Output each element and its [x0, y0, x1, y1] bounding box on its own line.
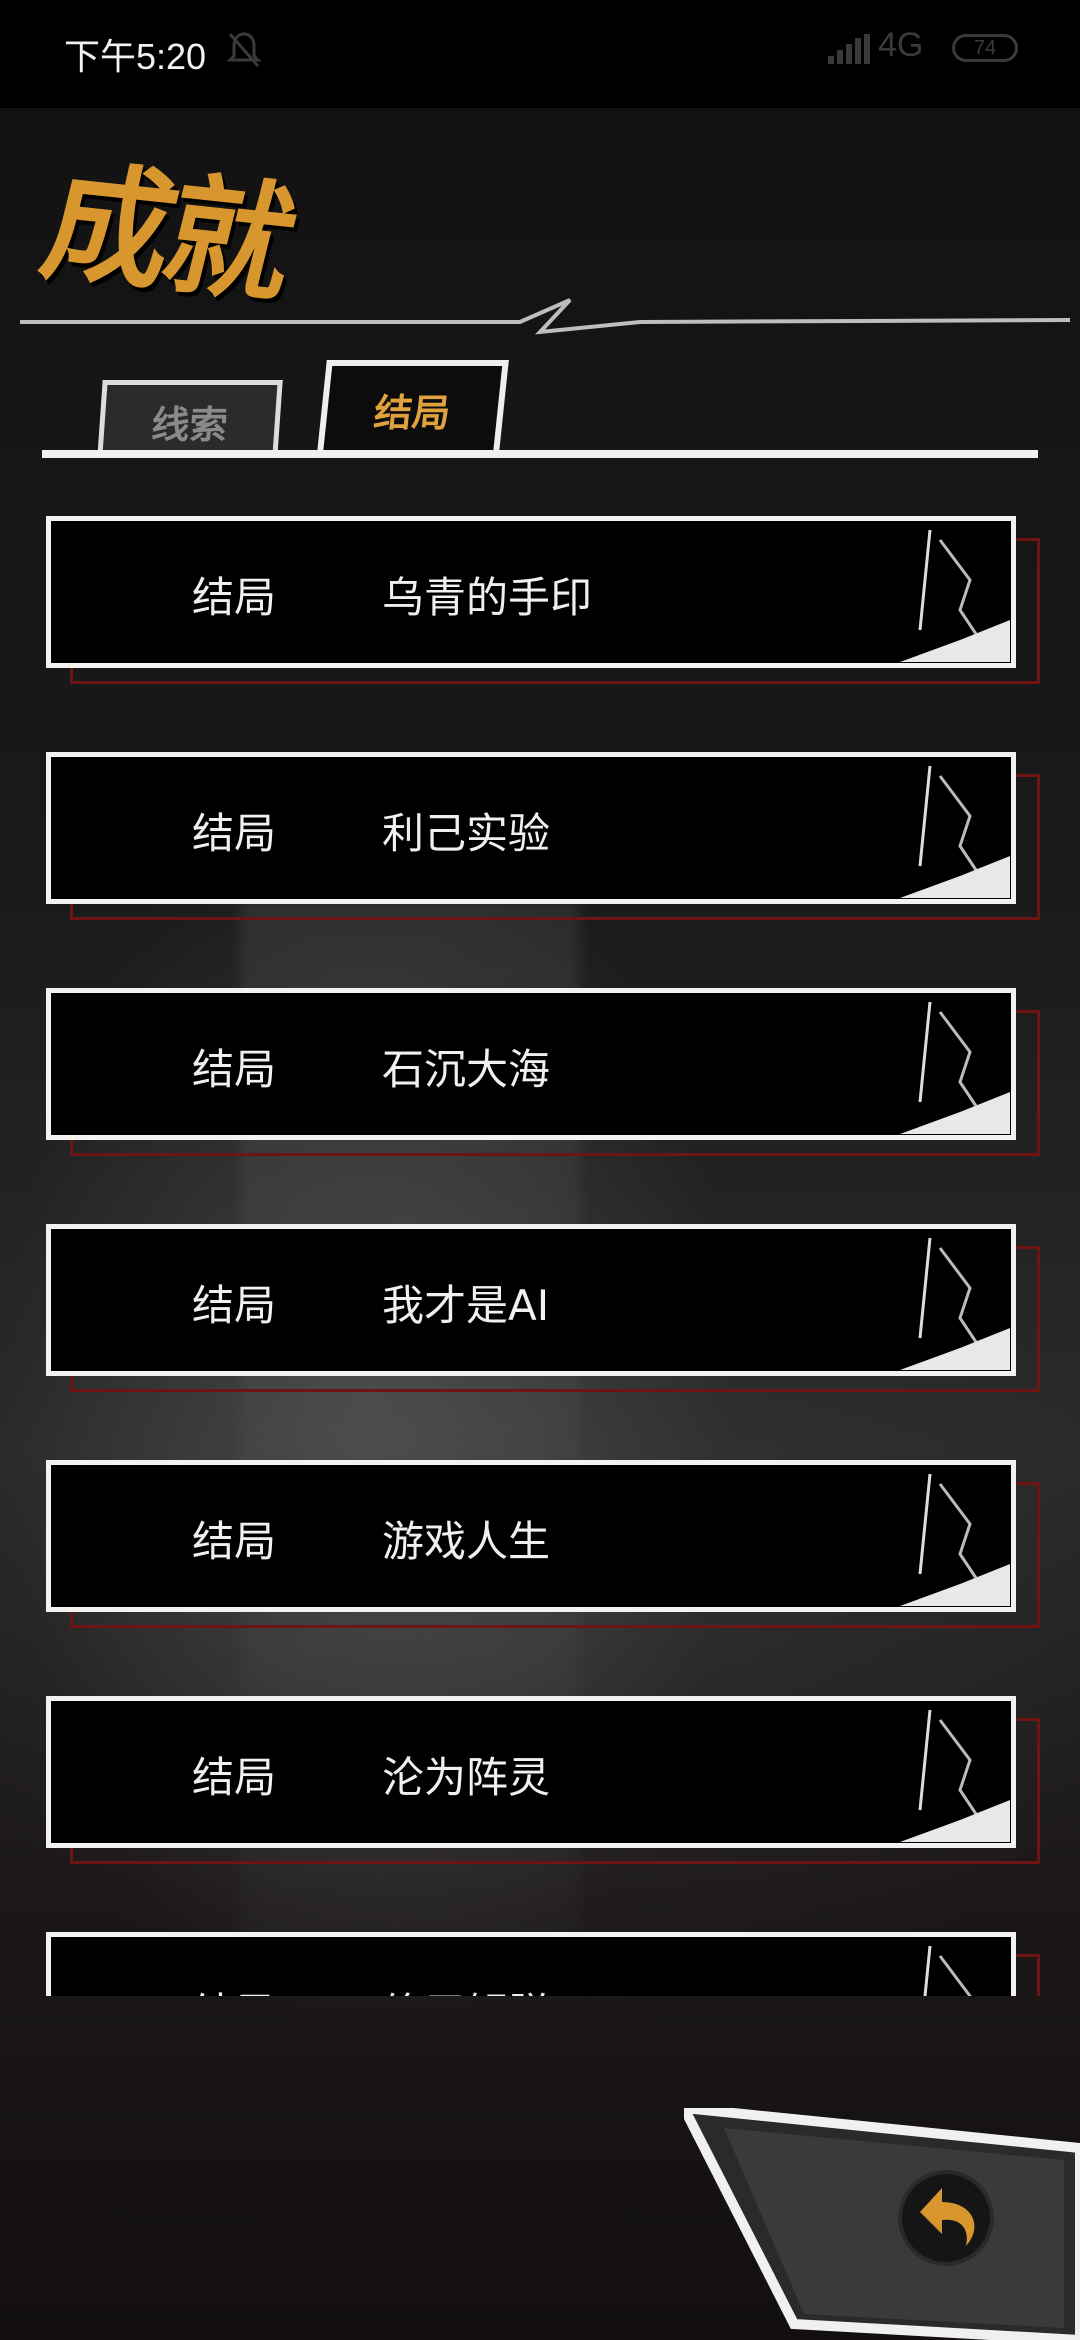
hanging-figure-icon	[900, 1709, 1010, 1842]
hanging-figure-icon	[900, 765, 1010, 898]
item-name: 终于解脱	[382, 1980, 550, 1996]
tab-underline	[42, 450, 1038, 458]
hanging-figure-icon	[923, 1945, 972, 1996]
network-type: 4G	[878, 26, 924, 64]
item-type: 结局	[192, 1753, 277, 1802]
list-item[interactable]: 结局 利己实验	[46, 752, 1040, 920]
tab-endings[interactable]: 结局	[317, 360, 509, 452]
item-type: 结局	[192, 1980, 276, 1996]
item-name: 石沉大海	[382, 1045, 551, 1094]
title-divider	[20, 298, 1071, 335]
battery-indicator: 74	[952, 34, 1018, 62]
back-button[interactable]	[684, 2108, 1080, 2340]
bell-off-icon	[226, 32, 262, 67]
item-name: 沦为阵灵	[382, 1753, 551, 1802]
item-type: 结局	[192, 1281, 277, 1330]
signal-icon	[828, 34, 870, 64]
item-type: 结局	[192, 1045, 277, 1094]
status-time: 下午5:20	[64, 36, 207, 77]
achievement-list[interactable]: 结局 乌青的手印 结局 利己实验 结局 石沉大海 结局 我才是AI 结局 游戏人…	[0, 500, 1080, 1996]
hanging-figure-icon	[900, 1001, 1010, 1134]
list-item[interactable]: 结局 我才是AI	[46, 1224, 1040, 1392]
item-name: 我才是AI	[382, 1281, 550, 1330]
hanging-figure-icon	[900, 529, 1010, 662]
list-item[interactable]: 结局 乌青的手印	[46, 516, 1040, 684]
tab-clues[interactable]: 线索	[97, 380, 283, 458]
list-item[interactable]: 结局 游戏人生	[46, 1460, 1040, 1628]
item-name: 利己实验	[382, 809, 551, 858]
hanging-figure-icon	[900, 1237, 1010, 1370]
list-item[interactable]: 结局 石沉大海	[46, 988, 1040, 1156]
list-item[interactable]: 结局 沦为阵灵	[46, 1696, 1040, 1864]
item-type: 结局	[192, 1517, 277, 1566]
item-type: 结局	[192, 573, 277, 622]
list-item[interactable]: 结局 终于解脱	[46, 1932, 1040, 1996]
item-type: 结局	[192, 809, 277, 858]
item-name: 乌青的手印	[382, 573, 593, 622]
hanging-figure-icon	[900, 1473, 1010, 1606]
item-name: 游戏人生	[382, 1517, 551, 1566]
status-bar: 下午5:20 4G 74	[0, 0, 1080, 108]
